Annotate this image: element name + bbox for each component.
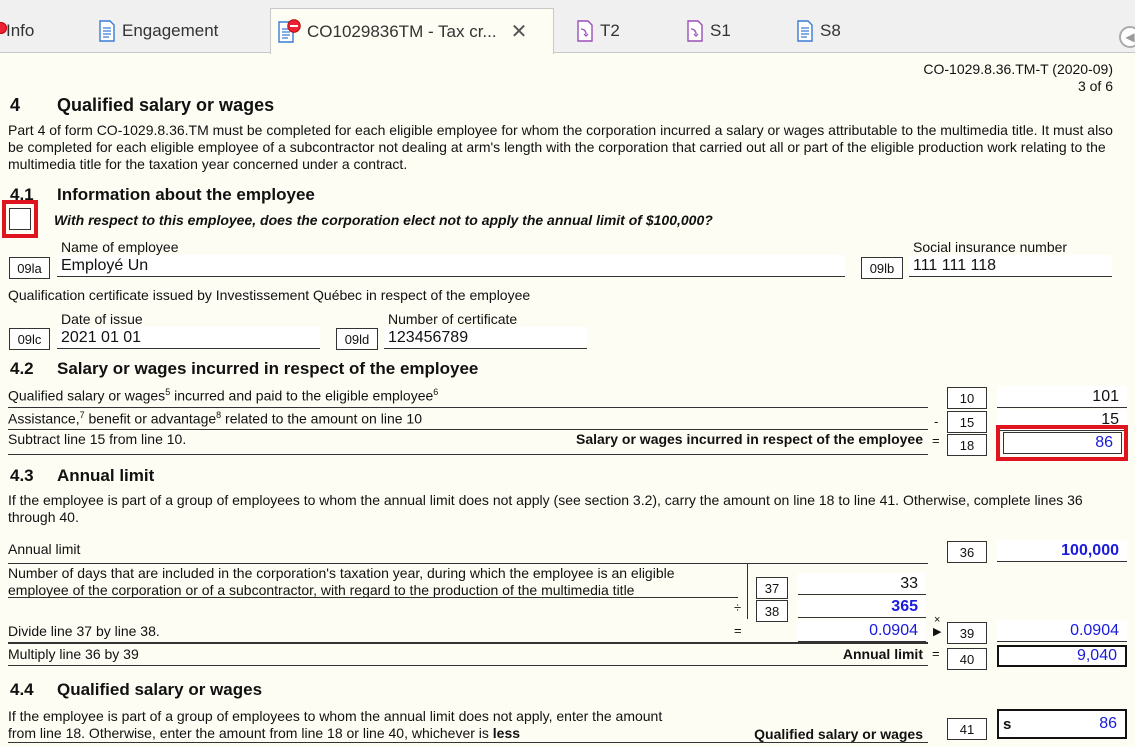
section-description: Part 4 of form CO-1029.8.36.TM must be c…	[8, 122, 1113, 172]
section-number: 4	[10, 95, 21, 115]
line-39-intermediate[interactable]: 0.0904	[798, 620, 926, 642]
line-code: 39	[947, 622, 987, 644]
line-label: Number of days that are included in the …	[8, 565, 675, 581]
line-code: 37	[756, 577, 788, 599]
line-code: 40	[947, 648, 987, 670]
document-icon	[797, 19, 813, 42]
equals-operator: =	[932, 646, 940, 661]
line-40-amount[interactable]: 9,040	[997, 645, 1127, 667]
line-label: Qualified salary or wages5 incurred and …	[8, 387, 439, 404]
line-label: Divide line 37 by line 38.	[8, 623, 160, 639]
line-code: 15	[947, 411, 987, 433]
line-code: 09la	[9, 257, 50, 279]
subsection-number: 4.4	[10, 680, 34, 699]
line-code: 36	[947, 541, 987, 563]
line-label: If the employee is part of a group of em…	[8, 708, 663, 724]
page-indicator: 3 of 6	[1077, 78, 1113, 94]
tab-t2[interactable]: T2	[570, 8, 660, 53]
line-39-amount[interactable]: 0.0904	[997, 620, 1127, 642]
line-label-bold: Salary or wages incurred in respect of t…	[575, 431, 923, 447]
tab-s1[interactable]: S1	[680, 8, 770, 53]
line-10-amount[interactable]: 101	[997, 386, 1127, 408]
line-label: Multiply line 36 by 39	[8, 646, 139, 662]
tab-s8[interactable]: S8	[790, 8, 880, 53]
line-41-prefix: s	[1003, 715, 1012, 733]
subsection-number: 4.2	[10, 359, 34, 378]
line-label: from line 18. Otherwise, enter the amoun…	[8, 725, 521, 741]
equals-operator: =	[734, 623, 742, 638]
document-icon	[99, 19, 115, 42]
document-link-icon	[687, 19, 703, 42]
line-code: 09ld	[336, 328, 378, 350]
subsection-title: Qualified salary or wages	[57, 680, 263, 699]
election-question: With respect to this employee, does the …	[54, 212, 713, 228]
line-37-days[interactable]: 33	[798, 573, 926, 595]
line-code: 09lb	[861, 257, 903, 279]
tab-co1029836tm[interactable]: CO1029836TM - Tax cr... ✕	[270, 8, 554, 54]
line-label-bold: Qualified salary or wages	[754, 726, 923, 742]
field-label: Number of certificate	[388, 311, 518, 327]
line-36-amount[interactable]: 100,000	[997, 540, 1127, 562]
tab-label: S8	[820, 20, 841, 40]
date-of-issue-field[interactable]: 2021 01 01	[57, 327, 320, 349]
tab-label: CO1029836TM - Tax cr...	[307, 21, 497, 41]
subsection-description: If the employee is part of a group of em…	[8, 492, 1083, 525]
field-label: Date of issue	[61, 311, 143, 327]
line-label: Subtract line 15 from line 10.	[8, 431, 187, 447]
back-arrow-icon[interactable]: ◀	[1119, 26, 1135, 48]
line-label: Assistance,7 benefit or advantage8 relat…	[8, 410, 422, 427]
line-41-value: 86	[1099, 715, 1117, 732]
field-label: Social insurance number	[913, 239, 1068, 255]
certificate-number-field[interactable]: 123456789	[384, 327, 587, 349]
sin-field[interactable]: 111 111 118	[909, 255, 1112, 277]
form-id: CO-1029.8.36.TM-T (2020-09)	[923, 61, 1113, 77]
subsection-title: Salary or wages incurred in respect of t…	[57, 359, 479, 378]
line-label-bold: Annual limit	[842, 646, 923, 662]
tab-label: S1	[710, 20, 731, 40]
subsection-title: Information about the employee	[57, 185, 315, 204]
tab-info[interactable]: Info	[0, 8, 80, 53]
employee-name-field[interactable]: Employé Un	[57, 255, 845, 277]
minus-operator: -	[934, 414, 939, 429]
line-code: 38	[756, 600, 788, 622]
close-tab-icon[interactable]: ✕	[511, 19, 528, 44]
tab-bar: Info Engagement CO1029836TM - Tax cr... …	[0, 0, 1135, 54]
subsection-number: 4.3	[10, 466, 34, 485]
arrow-right-icon: ▶	[933, 626, 942, 638]
tab-label: Engagement	[122, 20, 219, 40]
line-label: Annual limit	[8, 541, 81, 557]
line-41-amount[interactable]: s 86	[997, 709, 1127, 739]
line-code: 41	[947, 718, 987, 740]
tab-label: Info	[6, 20, 35, 40]
field-label: Name of employee	[61, 239, 179, 255]
line-label: employee of the corporation or of a subc…	[8, 582, 635, 598]
line-code: 18	[947, 434, 987, 456]
line-code: 10	[947, 387, 987, 409]
equals-operator: =	[932, 433, 940, 448]
document-link-icon	[577, 19, 593, 42]
divide-operator: ÷	[734, 600, 742, 615]
subsection-title: Annual limit	[57, 466, 155, 485]
tab-label: T2	[600, 20, 620, 40]
line-code: 09lc	[9, 328, 50, 350]
tab-engagement[interactable]: Engagement	[92, 8, 262, 53]
line-38-days[interactable]: 365	[798, 596, 926, 618]
section-title: Qualified salary or wages	[57, 95, 275, 115]
field-label: Qualification certificate issued by Inve…	[8, 287, 531, 303]
line-18-amount[interactable]: 86	[1003, 432, 1122, 454]
annual-limit-election-checkbox[interactable]	[9, 208, 31, 230]
document-error-icon	[277, 18, 301, 43]
